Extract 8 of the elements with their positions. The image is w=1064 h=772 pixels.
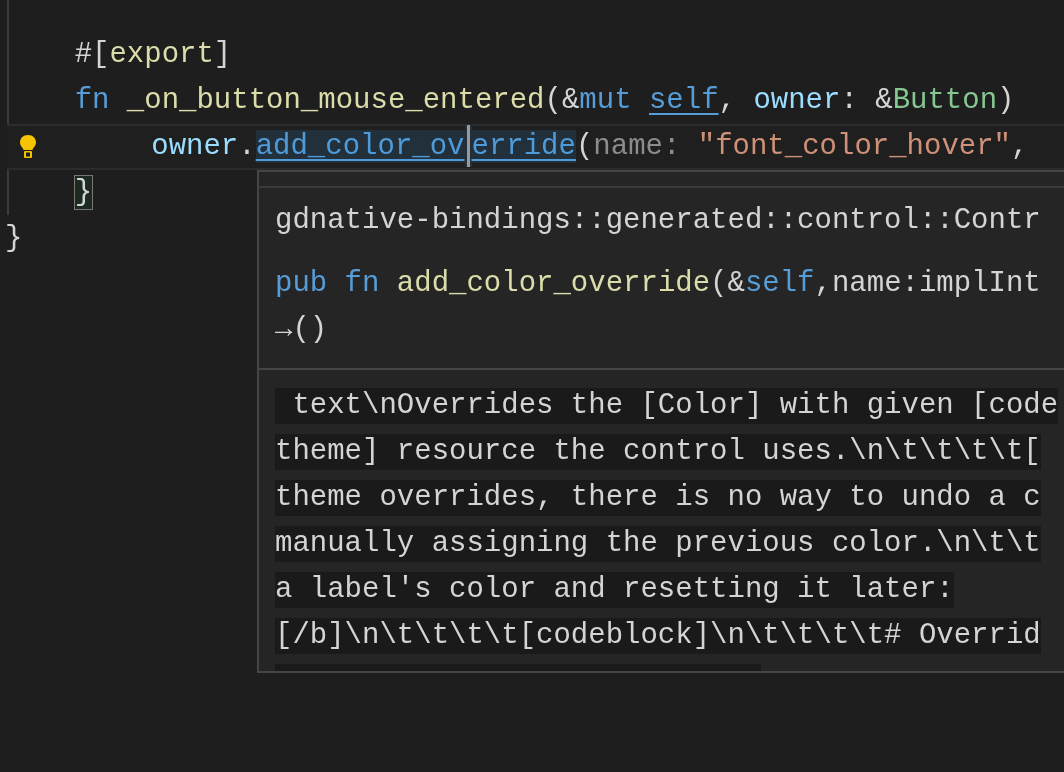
code-line: fn _on_button_mouse_entered(&mut self, owner: &Button) — [73, 83, 1015, 119]
code-line: #[export] — [73, 37, 232, 73]
code-line: owner.add_color_ov erride(name: "font_color_hover", — [12, 124, 1029, 170]
lightbulb-icon[interactable] — [19, 134, 37, 160]
return-type: →() — [275, 312, 329, 348]
function-signature: pub fn add_color_override(&self,name:implInt — [275, 266, 1042, 302]
code-line: } — [5, 221, 23, 257]
symbol-path: gdnative-bindings::generated::control::Contr — [275, 203, 1042, 239]
